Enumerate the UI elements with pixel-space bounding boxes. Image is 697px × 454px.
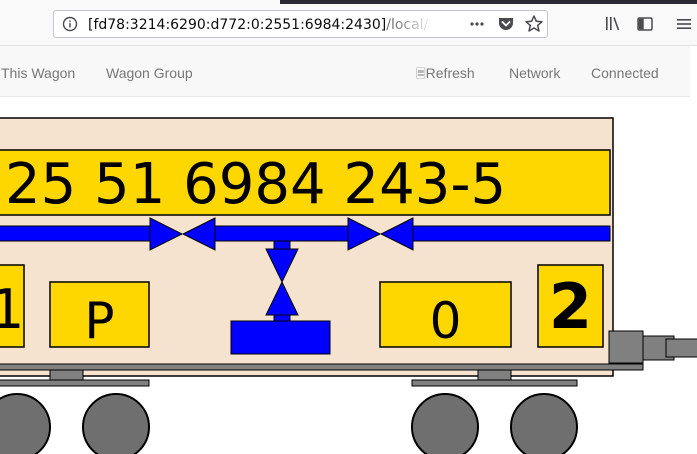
wagon-diagram: 25 51 6984 243-5 1 P 0 2 <box>0 117 697 454</box>
wheel-left-2 <box>82 393 150 454</box>
browser-toolbar: [fd78:3214:6290:d772:0:2551:6984:2430]/l… <box>0 0 697 46</box>
nav-refresh-label: Refresh <box>425 65 475 81</box>
plate-left-partial-text: 1 <box>0 278 24 341</box>
pocket-icon[interactable] <box>497 15 515 33</box>
wheel-right-2 <box>510 393 578 454</box>
wagon-number: 25 51 6984 243-5 <box>5 152 506 217</box>
nav-wagon-group[interactable]: Wagon Group <box>106 65 193 81</box>
class-text: 2 <box>549 270 592 343</box>
library-icon[interactable] <box>604 15 622 33</box>
bogie-right-frame <box>411 379 578 387</box>
nav-this-wagon[interactable]: This Wagon <box>1 65 75 81</box>
brake-pipe-right <box>412 225 611 242</box>
wheel-left-1 <box>0 393 51 454</box>
menu-icon[interactable] <box>676 15 692 33</box>
buffer-plate <box>608 330 644 364</box>
nav-refresh[interactable]: 🗏Refresh <box>416 65 475 82</box>
brake-cylinder <box>230 320 331 355</box>
info-icon[interactable] <box>62 16 78 32</box>
url-host: [fd78:3214:6290:d772:0:2551:6984:2430] <box>88 17 387 33</box>
branch-pipe-top <box>273 240 291 250</box>
tab-strip <box>280 0 697 4</box>
brake-pipe-middle <box>214 225 349 242</box>
nav-network[interactable]: Network <box>509 65 560 81</box>
counter-text: 0 <box>430 292 462 350</box>
brake-regime-text: P <box>84 292 114 350</box>
url-fade <box>394 13 434 35</box>
refresh-icon: 🗏 <box>416 67 426 81</box>
nav-connected[interactable]: Connected <box>591 65 659 81</box>
bogie-left-pivot <box>49 369 84 381</box>
star-icon[interactable] <box>524 14 544 34</box>
bogie-right-pivot <box>477 369 512 381</box>
wheel-right-1 <box>411 393 479 454</box>
url-text[interactable]: [fd78:3214:6290:d772:0:2551:6984:2430]/l… <box>88 16 428 34</box>
page-actions-icon[interactable] <box>468 17 486 31</box>
bogie-left-frame <box>0 379 150 387</box>
sidebar-icon[interactable] <box>636 15 654 33</box>
app-navbar: This Wagon Wagon Group 🗏Refresh Network … <box>0 46 690 97</box>
buffer-rod <box>665 338 697 358</box>
underframe <box>0 363 644 371</box>
url-bar[interactable]: [fd78:3214:6290:d772:0:2551:6984:2430]/l… <box>53 10 548 38</box>
brake-pipe-left <box>0 225 151 242</box>
